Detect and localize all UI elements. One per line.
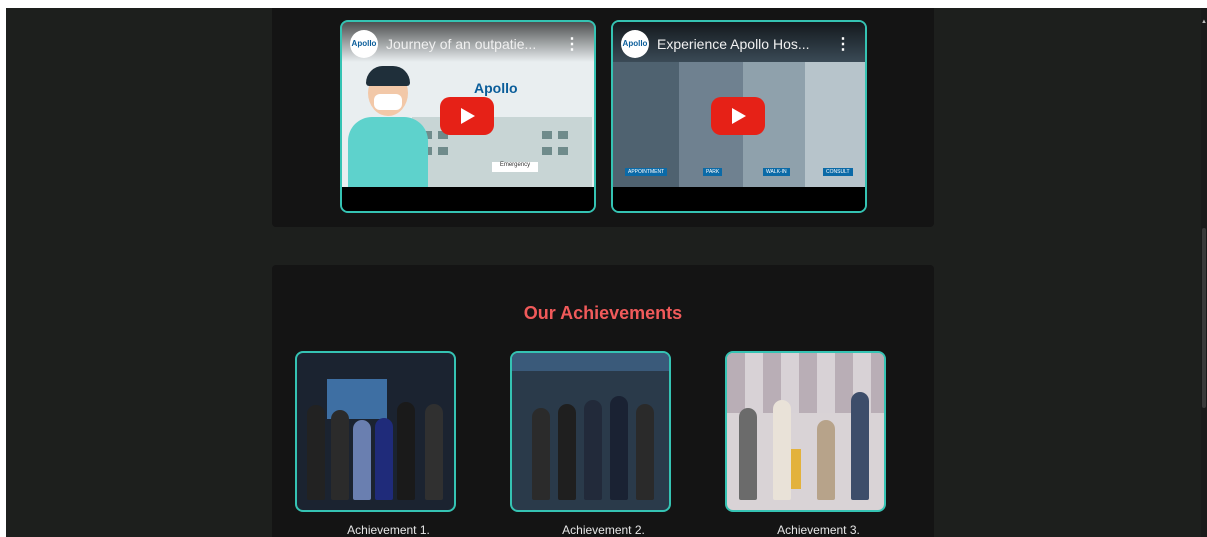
scrollbar-thumb[interactable] (1202, 228, 1206, 408)
window (542, 147, 552, 155)
person (375, 418, 393, 500)
window (438, 147, 448, 155)
nurse-illustration (348, 117, 428, 187)
video-header-bar: Apollo Experience Apollo Hos... ⋮ (613, 22, 865, 62)
window (558, 131, 568, 139)
nurse-mask (374, 94, 402, 110)
video-player-1[interactable]: Apollo Emergency Apollo Journey of an ou… (340, 20, 596, 213)
person (851, 392, 869, 500)
left-border (0, 0, 6, 537)
nurse-hair (366, 66, 410, 86)
emergency-sign: Emergency (492, 162, 538, 172)
person (558, 404, 576, 500)
video-player-2[interactable]: APPOINTMENT PARK WALK-IN CONSULT Apollo … (611, 20, 867, 213)
video-title-1[interactable]: Journey of an outpatie... (386, 36, 556, 52)
achievement-image-2 (510, 351, 671, 512)
achievement-image-3 (725, 351, 886, 512)
achievements-section: Our Achievements Achievement 1. Achievem… (272, 265, 934, 537)
person (773, 400, 791, 500)
play-icon[interactable] (711, 97, 765, 135)
channel-avatar-icon[interactable]: Apollo (350, 30, 378, 58)
person (584, 400, 602, 500)
person (307, 405, 325, 500)
person (331, 410, 349, 500)
video-bottom-bar (613, 187, 865, 211)
person (425, 404, 443, 500)
video-section: Apollo Emergency Apollo Journey of an ou… (272, 8, 934, 227)
person (610, 396, 628, 500)
window (558, 147, 568, 155)
achievement-image-1 (295, 351, 456, 512)
lamp-garland (791, 449, 801, 489)
person (397, 402, 415, 500)
apollo-logo: Apollo (474, 80, 518, 96)
tag-park: PARK (703, 168, 723, 176)
person (636, 404, 654, 500)
scrollbar[interactable]: ▲ (1201, 8, 1207, 537)
top-border (0, 0, 1207, 8)
video-title-2[interactable]: Experience Apollo Hos... (657, 36, 827, 52)
achievement-caption-2: Achievement 2. (562, 523, 645, 537)
channel-avatar-icon[interactable]: Apollo (621, 30, 649, 58)
more-vert-icon[interactable]: ⋮ (835, 34, 851, 54)
tag-consult: CONSULT (823, 168, 853, 176)
page: ▲ Apollo Emergency Apollo Journey of an … (0, 0, 1207, 537)
window (542, 131, 552, 139)
person (739, 408, 757, 500)
scroll-up-icon[interactable]: ▲ (1201, 18, 1207, 26)
person (532, 408, 550, 500)
event-banner (512, 353, 669, 371)
tag-appointment: APPOINTMENT (625, 168, 668, 176)
tag-walkin: WALK-IN (763, 168, 790, 176)
achievements-title: Our Achievements (523, 303, 683, 323)
play-icon[interactable] (440, 97, 494, 135)
video-header-bar: Apollo Journey of an outpatie... ⋮ (342, 22, 594, 62)
more-vert-icon[interactable]: ⋮ (564, 34, 580, 54)
video-bottom-bar (342, 187, 594, 211)
person (353, 420, 371, 500)
hospital-illustration (412, 117, 592, 187)
person (817, 420, 835, 500)
achievement-caption-3: Achievement 3. (777, 523, 860, 537)
achievement-caption-1: Achievement 1. (347, 523, 430, 537)
